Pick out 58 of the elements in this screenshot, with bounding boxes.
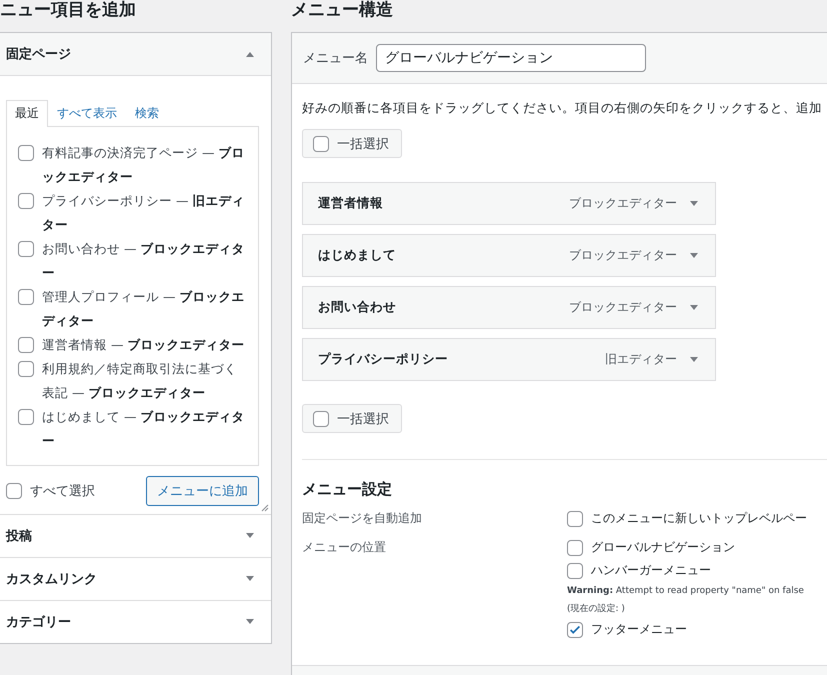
menu-name-label: メニュー名 bbox=[303, 50, 368, 67]
menu-item-title: プライバシーポリシー bbox=[318, 351, 449, 368]
menu-item-bar[interactable]: お問い合わせ ブロックエディター bbox=[302, 286, 716, 329]
page-label: はじめまして — ブロックエディター bbox=[42, 408, 246, 450]
checkbox[interactable] bbox=[18, 193, 34, 209]
resize-handle-icon[interactable] bbox=[261, 504, 269, 512]
checkbox[interactable] bbox=[18, 241, 34, 257]
menu-item-title: お問い合わせ bbox=[318, 299, 397, 316]
bulk-select-button[interactable]: 一括選択 bbox=[302, 404, 402, 433]
menu-item-type: ブロックエディター bbox=[569, 247, 677, 264]
select-all-label: すべて選択 bbox=[30, 483, 95, 500]
checkbox[interactable] bbox=[18, 361, 34, 377]
bulk-select-button[interactable]: 一括選択 bbox=[302, 129, 402, 158]
checkbox[interactable] bbox=[18, 337, 34, 353]
option-label: このメニューに新しいトップレベルペー bbox=[591, 510, 807, 527]
option-label: グローバルナビゲーション bbox=[591, 539, 735, 556]
instructions-text: 好みの順番に各項目をドラッグしてください。項目の右側の矢印をクリックすると、追加 bbox=[302, 100, 823, 117]
checkbox[interactable] bbox=[567, 622, 583, 638]
warning-note: (現在の設定: ) bbox=[567, 602, 626, 616]
page-label: 利用規約／特定商取引法に基づく表記 — ブロックエディター bbox=[42, 360, 238, 402]
menu-item-bar[interactable]: プライバシーポリシー 旧エディター bbox=[302, 338, 716, 381]
option-label: ハンバーガーメニュー bbox=[591, 562, 711, 579]
triangle-icon[interactable] bbox=[689, 252, 699, 258]
setting-label: 固定ページを自動追加 bbox=[302, 510, 423, 527]
checkbox[interactable] bbox=[18, 289, 34, 305]
menu-item-bar[interactable]: 運営者情報 ブロックエディター bbox=[302, 182, 716, 225]
checkbox[interactable] bbox=[18, 145, 34, 161]
checkbox[interactable] bbox=[567, 540, 583, 556]
tab[interactable]: すべて表示 bbox=[48, 100, 126, 126]
menu-item-type: 旧エディター bbox=[605, 351, 677, 368]
settings-heading: メニュー設定 bbox=[302, 480, 393, 499]
menu-name-field[interactable]: グローバルナビゲーション bbox=[376, 44, 646, 72]
tab[interactable]: 検索 bbox=[126, 100, 168, 126]
menu-item-type: ブロックエディター bbox=[569, 195, 677, 212]
checkbox[interactable] bbox=[6, 483, 22, 499]
menu-item-title: はじめまして bbox=[318, 247, 397, 264]
page-label: 運営者情報 — ブロックエディター bbox=[42, 336, 244, 354]
checkbox[interactable] bbox=[567, 510, 583, 526]
checkbox[interactable] bbox=[567, 562, 583, 578]
menu-item-type: ブロックエディター bbox=[569, 299, 677, 316]
triangle-icon[interactable] bbox=[689, 356, 699, 362]
triangle-icon[interactable] bbox=[689, 200, 699, 206]
page-label: 管理人プロフィール — ブロックエディター bbox=[42, 288, 246, 330]
setting-label: メニューの位置 bbox=[302, 539, 387, 556]
page-label: 有料記事の決済完了ページ — ブロックエディター bbox=[42, 144, 246, 186]
accordion-header[interactable]: 固定ページ bbox=[0, 33, 271, 76]
section-heading: メニュー構造 bbox=[291, 0, 394, 22]
triangle-icon[interactable] bbox=[689, 304, 699, 310]
menu-item-bar[interactable]: はじめまして ブロックエディター bbox=[302, 234, 716, 277]
option-label: フッターメニュー bbox=[591, 621, 687, 638]
tab[interactable]: 最近 bbox=[6, 100, 48, 127]
page-label: プライバシーポリシー — 旧エディター bbox=[42, 192, 246, 234]
warning-note: Warning: Attempt to read property "name" on false bbox=[567, 585, 804, 598]
add-to-menu-button[interactable]: メニューに追加 bbox=[146, 476, 259, 506]
section-heading: ニュー項目を追加 bbox=[0, 0, 137, 22]
menu-item-title: 運営者情報 bbox=[318, 195, 384, 212]
checkbox[interactable] bbox=[18, 409, 34, 425]
page-label: お問い合わせ — ブロックエディター bbox=[42, 240, 246, 282]
